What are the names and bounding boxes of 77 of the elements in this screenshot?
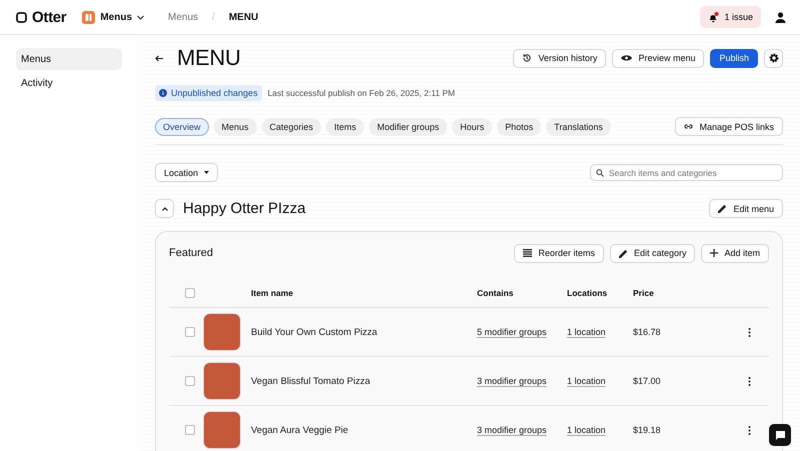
- preview-button[interactable]: Preview menu: [612, 48, 704, 68]
- history-icon: [522, 53, 532, 63]
- more-icon[interactable]: [748, 328, 750, 336]
- search-field[interactable]: Search items and categories: [590, 164, 783, 181]
- location-link[interactable]: 1 location: [567, 376, 606, 386]
- back-arrow-icon[interactable]: [155, 54, 163, 62]
- breadcrumb[interactable]: MENU: [228, 12, 258, 22]
- pencil-icon: [718, 204, 728, 213]
- publish-button[interactable]: Publish: [710, 48, 758, 68]
- breadcrumb-separator: /: [212, 12, 215, 22]
- modifier-groups-link[interactable]: 5 modifier groups: [477, 327, 547, 337]
- modifier-groups-link[interactable]: 3 modifier groups: [477, 376, 547, 386]
- sidebar-item[interactable]: Menus: [16, 48, 122, 70]
- modifier-groups-link[interactable]: 3 modifier groups: [477, 425, 547, 435]
- plus-icon: [710, 249, 718, 257]
- more-icon[interactable]: [748, 426, 750, 434]
- tab[interactable]: Items: [326, 118, 364, 136]
- column-header: Contains: [477, 288, 514, 298]
- item-price: $16.78: [633, 327, 662, 337]
- row-checkbox[interactable]: [185, 376, 195, 386]
- photo-placeholder: [203, 313, 241, 351]
- location-dropdown[interactable]: Location: [155, 163, 218, 182]
- tab[interactable]: Translations: [546, 118, 611, 136]
- row-checkbox[interactable]: [185, 425, 195, 435]
- bell-icon: [708, 12, 720, 22]
- item-price: $17.00: [633, 376, 662, 386]
- settings-icon: [768, 53, 778, 63]
- chevron-down-icon[interactable]: [137, 14, 144, 20]
- column-header: Price: [633, 288, 655, 298]
- menu-name: Happy Otter PIzza: [183, 200, 306, 217]
- breadcrumb[interactable]: Menus: [168, 12, 198, 22]
- item-name[interactable]: Vegan Aura Veggie Pie: [245, 424, 477, 436]
- edit-menu-button[interactable]: Edit menu: [709, 199, 783, 218]
- info-icon: [159, 89, 167, 97]
- page-title: MENU: [177, 45, 241, 71]
- chat-icon: [776, 430, 784, 440]
- list-icon: [523, 249, 532, 257]
- tab[interactable]: Overview: [155, 118, 209, 136]
- version-history-button[interactable]: Version history: [513, 48, 606, 68]
- publish-status-text: Last successful publish on Feb 26, 2025, 2:11 PM: [268, 88, 456, 98]
- tab[interactable]: Hours: [452, 118, 492, 136]
- tab[interactable]: Photos: [497, 118, 542, 136]
- settings-button[interactable]: [764, 48, 783, 68]
- select-all-checkbox[interactable]: [185, 288, 195, 298]
- more-icon[interactable]: [748, 376, 750, 386]
- otter-logo-icon: [16, 12, 27, 22]
- item-price: $19.18: [633, 425, 662, 435]
- unpublished-badge: Unpublished changes: [155, 85, 262, 101]
- sidebar-item[interactable]: Activity: [16, 72, 122, 94]
- tab[interactable]: Categories: [262, 118, 322, 136]
- issues-button[interactable]: 1 issue: [700, 6, 761, 28]
- add-item-button[interactable]: Add item: [701, 244, 769, 262]
- collapse-button[interactable]: [155, 199, 174, 218]
- reorder-button[interactable]: Reorder items: [514, 244, 604, 262]
- column-header: Item name: [250, 288, 294, 298]
- edit-category-button[interactable]: Edit category: [610, 244, 696, 262]
- item-name[interactable]: Vegan Blissful Tomato Pizza: [245, 376, 477, 386]
- chat-button[interactable]: [769, 424, 791, 446]
- tab[interactable]: Menus: [214, 118, 257, 136]
- manage-pos-links-button[interactable]: Manage POS links: [675, 117, 783, 136]
- eye-icon: [621, 54, 632, 62]
- category-name: Featured: [169, 247, 214, 259]
- menus-app-icon: [82, 10, 96, 24]
- tab[interactable]: Modifier groups: [369, 118, 448, 136]
- chevron-up-icon: [162, 206, 168, 210]
- column-header: Locations: [567, 288, 608, 298]
- user-icon[interactable]: [775, 12, 786, 22]
- caret-icon: [204, 171, 210, 174]
- pencil-icon: [618, 248, 628, 258]
- link-icon: [684, 124, 694, 129]
- location-link[interactable]: 1 location: [567, 327, 606, 337]
- location-link[interactable]: 1 location: [567, 425, 606, 435]
- app-logo-text: Otter: [32, 8, 66, 26]
- photo-placeholder: [203, 362, 241, 400]
- item-name[interactable]: Build Your Own Custom Pizza: [245, 326, 477, 338]
- app-switcher[interactable]: Menus: [100, 12, 132, 22]
- row-checkbox[interactable]: [185, 327, 195, 337]
